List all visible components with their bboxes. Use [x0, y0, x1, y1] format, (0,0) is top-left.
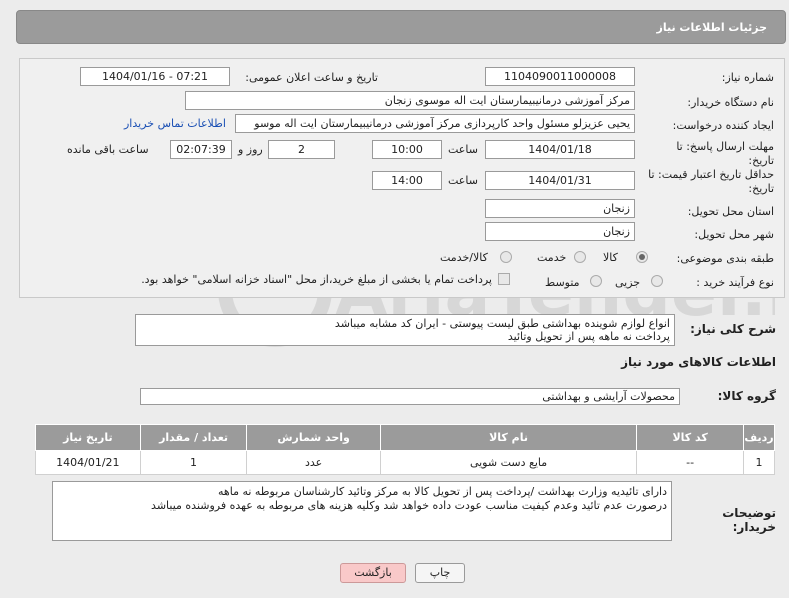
page-title: جزئیات اطلاعات نیاز: [656, 21, 768, 34]
deadline-time-label: ساعت: [448, 143, 478, 156]
buyer-org-label: نام دستگاه خریدار:: [687, 96, 774, 109]
page-header: جزئیات اطلاعات نیاز: [16, 10, 786, 44]
deadline-date-field: 1404/01/18: [485, 140, 635, 159]
remaining-label: ساعت باقی مانده: [67, 143, 149, 156]
province-field: زنجان: [485, 199, 635, 218]
process-label: نوع فرآیند خرید :: [696, 276, 774, 289]
col-header-code: کد کالا: [636, 424, 744, 451]
cell-unit: عدد: [246, 450, 381, 475]
cell-code: --: [636, 450, 744, 475]
treasury-text: پرداخت تمام یا بخشی از مبلغ خرید،از محل …: [141, 273, 492, 286]
description-field: انواع لوازم شوینده بهداشتی طبق لیست پیوس…: [135, 314, 675, 346]
validity-time-field: 14:00: [372, 171, 442, 190]
description-line-2: پرداخت نه ماهه پس از تحویل وتائید: [507, 330, 670, 343]
province-label: استان محل تحویل:: [687, 205, 774, 218]
days-field: 2: [268, 140, 335, 159]
deadline-label: مهلت ارسال پاسخ: تا تاریخ:: [676, 140, 774, 167]
cell-row: 1: [743, 450, 775, 475]
col-header-date: تاریخ نیاز: [35, 424, 141, 451]
col-header-unit: واحد شمارش: [246, 424, 381, 451]
buyer-notes-field: دارای تائیدیه وزارت بهداشت /پرداخت پس از…: [52, 481, 672, 541]
print-button[interactable]: چاپ: [415, 563, 465, 583]
days-label: روز و: [238, 143, 263, 156]
announce-label: تاریخ و ساعت اعلان عمومی:: [245, 71, 378, 84]
goods-info-title: اطلاعات کالاهای مورد نیاز: [621, 355, 776, 369]
city-label: شهر محل تحویل:: [694, 228, 774, 241]
creator-field: یحیی عزیزلو مسئول واحد کارپردازی مرکز آم…: [235, 114, 635, 133]
category-label: طبقه بندی موضوعی:: [676, 252, 774, 265]
creator-label: ایجاد کننده درخواست:: [672, 119, 774, 132]
need-number-label: شماره نیاز:: [721, 71, 774, 84]
category-radio-goods[interactable]: [636, 251, 648, 263]
cell-date: 1404/01/21: [35, 450, 141, 475]
deadline-time-field: 10:00: [372, 140, 442, 159]
announce-field: 1404/01/16 - 07:21: [80, 67, 230, 86]
treasury-checkbox[interactable]: [498, 273, 510, 285]
cell-name: مایع دست شویی: [379, 450, 638, 475]
process-radio-medium[interactable]: [590, 275, 602, 287]
process-option-medium: متوسط: [545, 276, 580, 289]
table-row: 1 -- مایع دست شویی عدد 1 1404/01/21: [35, 450, 775, 475]
back-button[interactable]: بازگشت: [340, 563, 406, 583]
category-radio-goods-service[interactable]: [500, 251, 512, 263]
process-radio-minor[interactable]: [651, 275, 663, 287]
col-header-name: نام کالا: [379, 424, 638, 451]
buyer-contact-link[interactable]: اطلاعات تماس خریدار: [124, 117, 226, 130]
validity-time-label: ساعت: [448, 174, 478, 187]
city-field: زنجان: [485, 222, 635, 241]
validity-date-field: 1404/01/31: [485, 171, 635, 190]
description-line-1: انواع لوازم شوینده بهداشتی طبق لیست پیوس…: [334, 317, 670, 330]
description-label: شرح کلی نیاز:: [690, 322, 776, 336]
col-header-row: ردیف: [743, 424, 775, 451]
remaining-time-field: 02:07:39: [170, 140, 232, 159]
category-radio-service[interactable]: [574, 251, 586, 263]
validity-label: حداقل تاریخ اعتبار قیمت: تا تاریخ:: [648, 168, 774, 195]
category-option-service: خدمت: [537, 251, 567, 264]
buyer-org-field: مرکز آموزشی درمانیبیمارستان ایت اله موسو…: [185, 91, 635, 110]
goods-group-label: گروه کالا:: [717, 389, 776, 403]
buyer-notes-line-2: درصورت عدم تائید وعدم کیفیت مناسب عودت د…: [151, 499, 667, 512]
cell-qty: 1: [139, 450, 248, 475]
process-option-minor: جزیی: [615, 276, 641, 289]
need-number-field: 1104090011000008: [485, 67, 635, 86]
col-header-qty: تعداد / مقدار: [139, 424, 248, 451]
buyer-notes-label: توضیحات خریدار:: [722, 506, 776, 534]
buyer-notes-line-1: دارای تائیدیه وزارت بهداشت /پرداخت پس از…: [218, 485, 667, 498]
category-option-goods-service: کالا/خدمت: [440, 251, 488, 264]
goods-group-field: محصولات آرایشی و بهداشتی: [140, 388, 680, 405]
items-table: ردیف کد کالا نام کالا واحد شمارش تعداد /…: [35, 424, 775, 475]
category-option-goods: کالا: [603, 251, 618, 264]
